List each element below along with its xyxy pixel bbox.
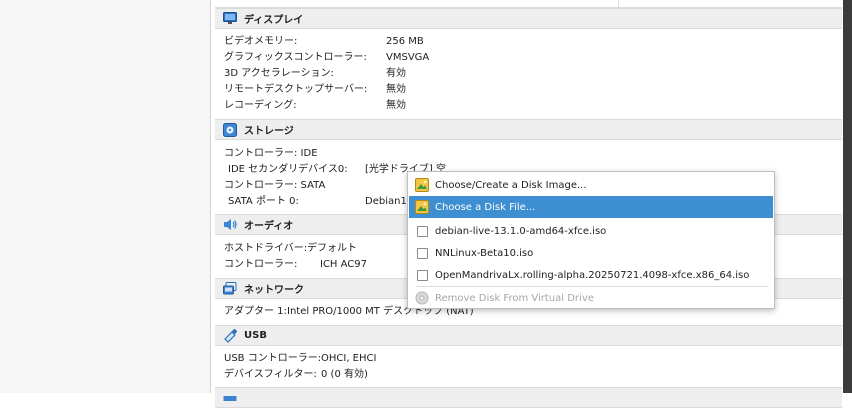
- row-label: 3D アクセラレーション:: [224, 68, 334, 79]
- row-value: Debian1: [365, 196, 407, 207]
- menu-item-label: NNLinux-Beta10.iso: [435, 247, 534, 259]
- menu-item-iso-openmandriva[interactable]: OpenMandrivaLx.rolling-alpha.20250721.40…: [409, 264, 773, 286]
- usb-icon: [222, 328, 237, 343]
- row-label: ホストドライバー:: [224, 243, 308, 254]
- row-value: 無効: [386, 100, 406, 111]
- remove-disc-icon: [415, 291, 429, 305]
- section-header-next: [215, 387, 842, 408]
- machine-list-pane: [0, 0, 211, 393]
- menu-item-iso-debian[interactable]: debian-live-13.1.0-amd64-xfce.iso: [409, 220, 773, 242]
- section-title: ネットワーク: [244, 285, 304, 296]
- menu-item-label: Remove Disk From Virtual Drive: [435, 292, 594, 304]
- menu-item-label: Choose/Create a Disk Image...: [435, 179, 587, 191]
- checkbox-icon: [415, 224, 429, 238]
- section-title: オーディオ: [244, 221, 294, 232]
- row-label: コントローラー: IDE: [224, 148, 318, 159]
- menu-item-label: debian-live-13.1.0-amd64-xfce.iso: [435, 225, 607, 237]
- menu-item-choose-disk-file[interactable]: Choose a Disk File...: [409, 196, 773, 218]
- menu-item-choose-create-disk-image[interactable]: Choose/Create a Disk Image...: [409, 174, 773, 196]
- row-label: コントローラー: SATA: [224, 180, 326, 191]
- row-label: アダプター 1:: [224, 306, 287, 317]
- previous-section-row: [215, 0, 842, 8]
- row-label: IDE セカンダリデバイス0:: [228, 164, 348, 175]
- row-value: デフォルト: [307, 243, 357, 254]
- network-icon: [222, 281, 237, 296]
- section-title: USB: [244, 330, 267, 341]
- disk-image-icon: [415, 178, 429, 192]
- row-value: 0 (0 有効): [321, 369, 368, 380]
- monitor-icon: [222, 11, 237, 26]
- section-header-usb[interactable]: USB: [215, 325, 842, 346]
- speaker-icon: [222, 217, 237, 232]
- section-title: ストレージ: [244, 126, 294, 137]
- row-label: リモートデスクトップサーバー:: [224, 84, 368, 95]
- window-edge: [843, 0, 852, 393]
- row-value: VMSVGA: [386, 52, 430, 63]
- folder-icon: [222, 390, 237, 405]
- column-divider: [618, 0, 619, 7]
- section-header-display[interactable]: ディスプレイ: [215, 8, 842, 29]
- row-value: 256 MB: [386, 36, 424, 47]
- row-value: 無効: [386, 84, 406, 95]
- row-label: グラフィックスコントローラー:: [224, 52, 367, 63]
- storage-icon: [222, 122, 237, 137]
- row-value: 有効: [386, 68, 406, 79]
- row-label: コントローラー:: [224, 259, 298, 270]
- row-label: SATA ポート 0:: [228, 196, 299, 207]
- menu-item-remove-disk: Remove Disk From Virtual Drive: [409, 287, 773, 309]
- row-label: デバイスフィルター:: [224, 369, 317, 380]
- menu-item-label: OpenMandrivaLx.rolling-alpha.20250721.40…: [435, 269, 750, 281]
- section-title: ディスプレイ: [244, 15, 304, 26]
- menu-item-iso-nnlinux[interactable]: NNLinux-Beta10.iso: [409, 242, 773, 264]
- checkbox-icon: [415, 268, 429, 282]
- checkbox-icon: [415, 246, 429, 260]
- row-label: USB コントローラー:: [224, 353, 322, 364]
- section-header-storage[interactable]: ストレージ: [215, 119, 842, 140]
- row-value: ICH AC97: [320, 259, 368, 270]
- row-label: ビデオメモリー:: [224, 36, 298, 47]
- menu-item-label: Choose a Disk File...: [435, 201, 536, 213]
- disk-context-menu: Choose/Create a Disk Image... Choose a D…: [407, 171, 775, 309]
- row-label: レコーディング:: [224, 100, 297, 111]
- row-value: OHCI, EHCI: [321, 353, 377, 364]
- disk-image-icon: [415, 200, 429, 214]
